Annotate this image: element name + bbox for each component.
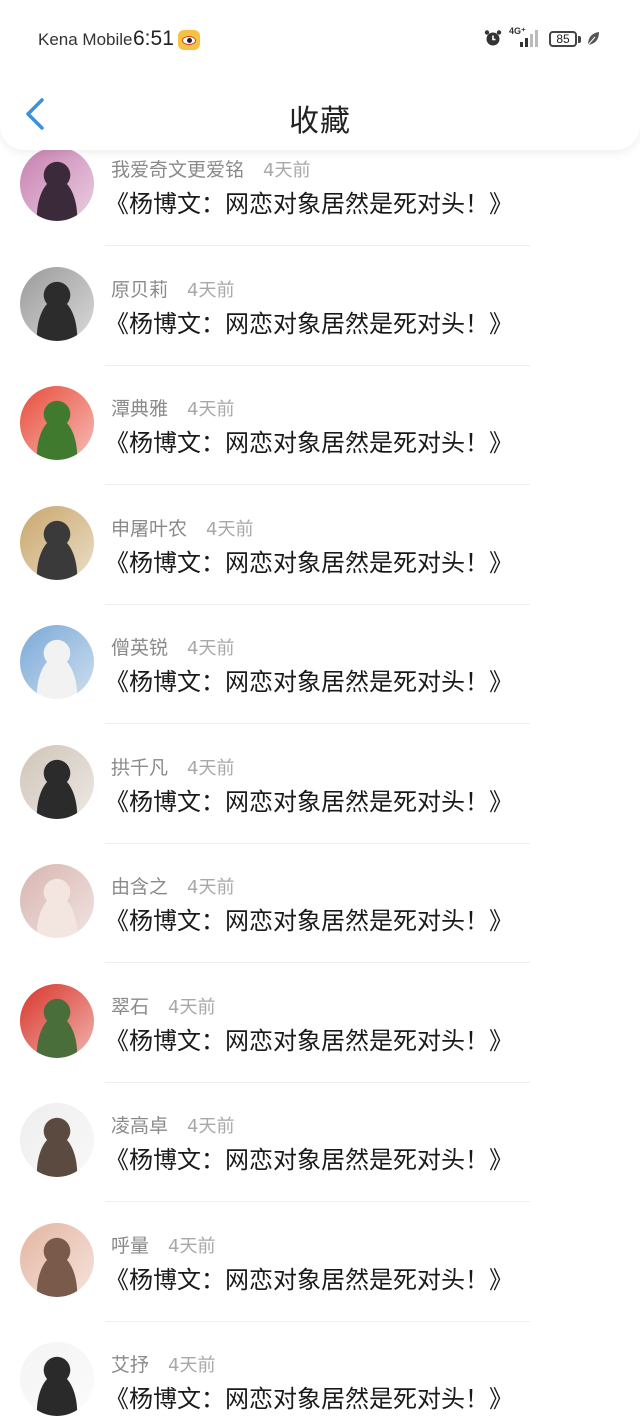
list-item[interactable]: 由含之 4天前《杨博文：网恋对象居然是死对头！》 [0, 864, 640, 984]
timestamp: 4天前 [187, 1116, 235, 1137]
timestamp: 4天前 [187, 279, 235, 301]
divider [105, 1201, 530, 1202]
nav-bar: 收藏 [0, 80, 640, 150]
divider [105, 962, 530, 963]
timestamp: 4天前 [263, 160, 311, 181]
book-title[interactable]: 《杨博文：网恋对象居然是死对头！》 [105, 1260, 513, 1295]
avatar[interactable] [20, 744, 94, 819]
list-item[interactable]: 原贝莉 4天前《杨博文：网恋对象居然是死对头！》 [0, 266, 640, 387]
battery-tip [578, 36, 581, 43]
author-name: 由含之 [111, 876, 169, 898]
signal-icon [520, 30, 538, 47]
list-item[interactable]: 翠石 4天前《杨博文：网恋对象居然是死对头！》 [0, 983, 640, 1104]
divider [105, 842, 530, 844]
book-title[interactable]: 《杨博文：网恋对象居然是死对头！》 [105, 662, 513, 697]
book-title[interactable]: 《杨博文：网恋对象居然是死对头！》 [105, 901, 513, 936]
book-title[interactable]: 《杨博文：网恋对象居然是死对头！》 [105, 423, 513, 458]
header: Kena Mobile 6:51 4G⁺ 85 收藏 [0, 0, 640, 150]
author-name: 潭典雅 [111, 398, 169, 420]
list-item[interactable]: 呼量 4天前《杨博文：网恋对象居然是死对头！》 [0, 1222, 640, 1343]
timestamp: 4天前 [187, 877, 235, 898]
phone-screen: Kena Mobile 6:51 4G⁺ 85 收藏 我爱奇文更爱铭 4天前 《… [0, 0, 640, 1421]
timestamp: 4天前 [187, 399, 235, 420]
status-bar: Kena Mobile 6:51 4G⁺ 85 [0, 0, 640, 80]
book-title[interactable]: 《杨博文：网恋对象居然是死对头！》 [105, 1379, 513, 1414]
book-title[interactable]: 《杨博文：网恋对象居然是死对头！》 [105, 782, 513, 817]
timestamp: 4天前 [187, 757, 235, 779]
timestamp: 4天前 [187, 638, 235, 659]
carrier-name: Kena Mobile [38, 30, 133, 49]
timestamp: 4天前 [168, 1355, 216, 1376]
list-item[interactable]: 申屠叶农 4天前《杨博文：网恋对象居然是死对头！》 [0, 505, 640, 626]
avatar[interactable] [20, 505, 94, 580]
weibo-icon [178, 30, 200, 50]
author-name: 原贝莉 [111, 278, 169, 301]
avatar[interactable] [20, 983, 94, 1058]
divider [105, 484, 530, 485]
avatar[interactable] [20, 266, 94, 341]
list-item[interactable]: 我爱奇文更爱铭 4天前《杨博文：网恋对象居然是死对头！》 [0, 147, 640, 267]
divider [105, 245, 530, 246]
author-name: 艾抒 [111, 1354, 150, 1376]
timestamp: 4天前 [168, 1235, 216, 1257]
page-title: 收藏 [289, 104, 351, 139]
list-item[interactable]: 凌高卓 4天前《杨博文：网恋对象居然是死对头！》 [0, 1103, 640, 1223]
book-title[interactable]: 《杨博文：网恋对象居然是死对头！》 [105, 543, 513, 578]
timestamp: 4天前 [168, 996, 216, 1018]
avatar[interactable] [20, 1222, 94, 1297]
book-title[interactable]: 《杨博文：网恋对象居然是死对头！》 [105, 1021, 513, 1056]
clock: 6:51 [133, 27, 174, 50]
list-item[interactable]: 僧英锐 4天前《杨博文：网恋对象居然是死对头！》 [0, 625, 640, 745]
alarm-icon [484, 30, 502, 46]
list-item[interactable]: 潭典雅 4天前《杨博文：网恋对象居然是死对头！》 [0, 386, 640, 506]
author-name: 申屠叶农 [111, 517, 188, 540]
author-name: 呼量 [111, 1234, 150, 1257]
avatar[interactable] [20, 864, 94, 938]
list-item[interactable]: 艾抒 4天前《杨博文：网恋对象居然是死对头！》 [0, 1342, 640, 1421]
divider [105, 1320, 530, 1322]
author-name: 僧英锐 [111, 637, 169, 659]
divider [105, 364, 530, 366]
author-name: 拱千凡 [111, 756, 169, 779]
list-item[interactable]: 拱千凡 4天前《杨博文：网恋对象居然是死对头！》 [0, 744, 640, 865]
timestamp: 4天前 [206, 518, 254, 540]
author-name: 翠石 [111, 995, 150, 1018]
battery-indicator: 85 [549, 31, 577, 47]
author-name: 凌高卓 [111, 1115, 169, 1137]
avatar[interactable] [20, 147, 94, 221]
author-name: 我爱奇文更爱铭 [111, 159, 245, 181]
book-title[interactable]: 《杨博文：网恋对象居然是死对头！》 [105, 1140, 513, 1175]
book-title[interactable]: 《杨博文：网恋对象居然是死对头！》 [105, 304, 513, 339]
avatar[interactable] [20, 386, 94, 460]
divider [105, 723, 530, 724]
divider [105, 603, 530, 605]
avatar[interactable] [20, 1103, 94, 1177]
divider [105, 1081, 530, 1083]
leaf-icon [587, 32, 599, 46]
avatar[interactable] [20, 625, 94, 699]
avatar[interactable] [20, 1342, 94, 1416]
book-title[interactable]: 《杨博文：网恋对象居然是死对头！》 [105, 184, 513, 219]
